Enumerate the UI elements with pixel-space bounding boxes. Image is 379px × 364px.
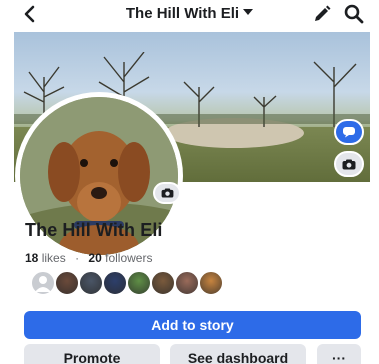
camera-icon (342, 159, 356, 169)
messenger-icon (343, 127, 355, 138)
likes-label: likes (41, 251, 66, 265)
follower-avatar[interactable] (198, 270, 224, 296)
user-silhouette-icon (35, 276, 51, 292)
followers-label: followers (105, 251, 153, 265)
pencil-icon[interactable] (312, 4, 332, 24)
likes-count: 18 (25, 251, 39, 265)
follower-avatar[interactable] (102, 270, 128, 296)
follower-avatar[interactable] (54, 270, 80, 296)
stats-separator: · (75, 251, 80, 265)
edit-cover-button[interactable] (334, 151, 364, 177)
caret-down-icon (243, 9, 254, 16)
followers-count: 20 (88, 251, 102, 265)
page-stats: 18 likes · 20 followers (25, 251, 152, 265)
follower-avatar[interactable] (174, 270, 200, 296)
search-icon[interactable] (343, 3, 365, 25)
more-options-button[interactable]: ··· (317, 344, 361, 364)
follower-avatar[interactable] (30, 270, 56, 296)
see-dashboard-button[interactable]: See dashboard (170, 344, 306, 364)
messenger-button[interactable] (334, 119, 364, 145)
add-to-story-button[interactable]: Add to story (24, 311, 361, 339)
profile-picture[interactable] (15, 92, 183, 260)
page-title: The Hill With Eli (125, 5, 240, 22)
follower-avatar[interactable] (78, 270, 104, 296)
follower-avatar[interactable] (126, 270, 152, 296)
follower-avatar[interactable] (150, 270, 176, 296)
page-name: The Hill With Eli (25, 220, 163, 240)
camera-icon (161, 188, 173, 198)
promote-button[interactable]: Promote (24, 344, 160, 364)
top-bar: The Hill With Eli (0, 0, 379, 30)
follower-avatars[interactable] (30, 270, 224, 296)
edit-profile-picture-button[interactable] (153, 182, 181, 204)
